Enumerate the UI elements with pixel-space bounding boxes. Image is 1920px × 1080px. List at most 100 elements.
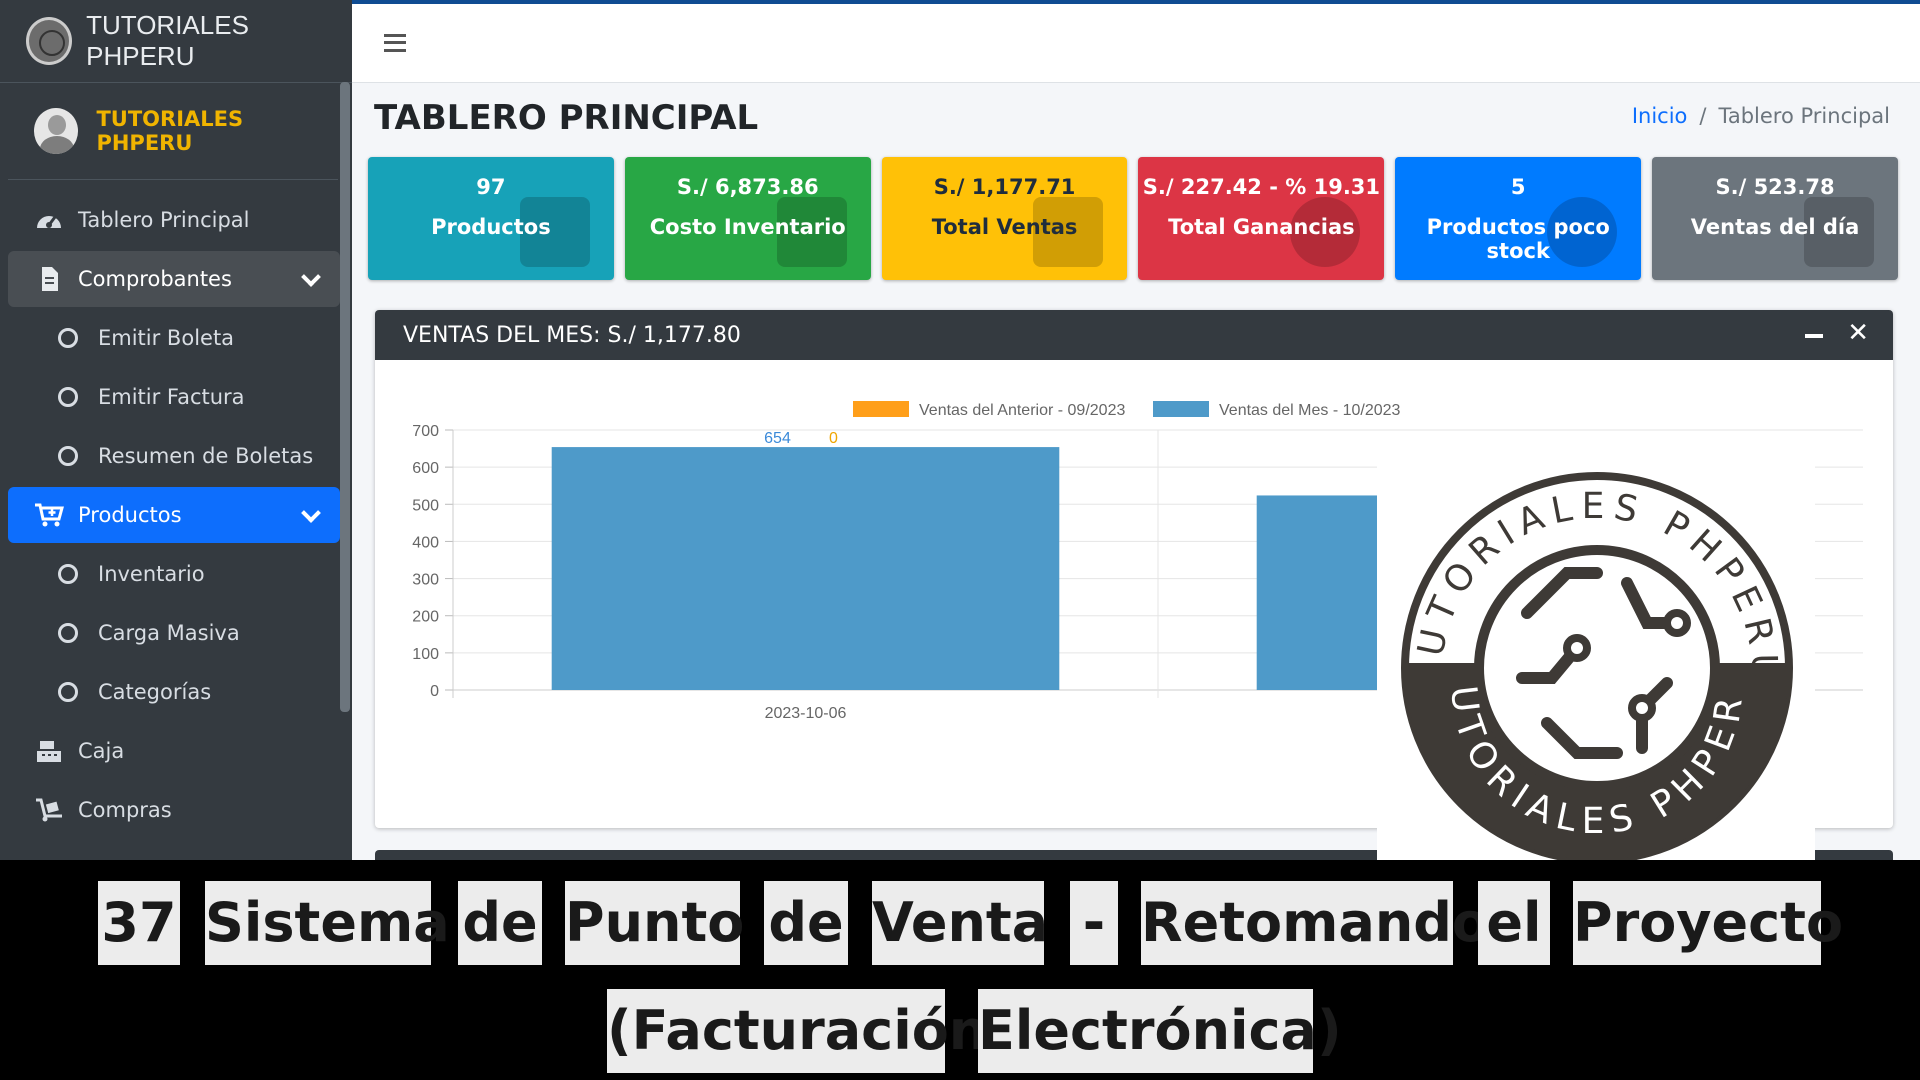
sidebar-item-carga-masiva[interactable]: Carga Masiva: [8, 605, 340, 661]
cart-plus-icon: [35, 503, 64, 527]
dashboard-app: TUTORIALES PHPERU TUTORIALES PHPERU Tabl…: [0, 0, 1920, 860]
sidebar: TUTORIALES PHPERU TUTORIALES PHPERU Tabl…: [0, 0, 352, 860]
sidebar-item-label: Productos: [78, 503, 182, 527]
box-productos[interactable]: 97 Productos: [368, 157, 614, 280]
y-tick-label: 100: [412, 646, 439, 663]
caption-word: de: [458, 881, 542, 965]
y-tick-label: 700: [412, 423, 439, 440]
box-costo-inventario[interactable]: S./ 6,873.86 Costo Inventario: [624, 157, 871, 280]
page-title: TABLERO PRINCIPAL: [374, 98, 759, 138]
file-invoice-icon: [42, 267, 58, 291]
bar: [551, 447, 1060, 690]
legend-label: Ventas del Mes - 10/2023: [1219, 402, 1401, 419]
brand-text: TUTORIALES PHPERU: [86, 10, 249, 71]
breadcrumb-separator: /: [1699, 104, 1707, 128]
close-icon[interactable]: ✕: [1847, 318, 1869, 348]
circle-icon: [58, 623, 78, 643]
box-label: Ventas del día: [1690, 215, 1860, 239]
y-tick-label: 600: [412, 460, 439, 477]
sidebar-nav: Tablero Principal Comprobantes Emitir Bo…: [0, 192, 352, 838]
card-title: VENTAS DEL MES: S./ 1,177.80: [403, 322, 741, 348]
sidebar-scrollbar[interactable]: [340, 82, 350, 712]
box-label: Total Ganancias: [1168, 215, 1355, 239]
box-value: S./ 227.42 - % 19.31: [1142, 175, 1381, 199]
box-ventas-del-dia[interactable]: S./ 523.78 Ventas del día: [1652, 157, 1898, 280]
caption-word: Electrónica): [978, 989, 1342, 1073]
caption-word: 37: [98, 881, 180, 965]
circle-icon: [58, 446, 78, 466]
sidebar-item-label: Inventario: [98, 562, 205, 586]
user-name: TUTORIALES PHPERU: [96, 107, 244, 155]
box-value: S./ 6,873.86: [676, 175, 819, 199]
dolly-icon: [36, 798, 62, 822]
user-panel[interactable]: TUTORIALES PHPERU: [8, 83, 338, 180]
tutoriales-phperu-logo: TUTORIALES PHPERU TUTORIALES PHPERU: [1360, 431, 1815, 860]
gauge-icon: [37, 216, 61, 228]
data-label: 654: [764, 430, 791, 447]
sidebar-item-label: Caja: [78, 739, 125, 763]
caption-word: de: [764, 881, 848, 965]
caption-word: (Facturación: [607, 989, 987, 1073]
sidebar-item-productos[interactable]: Productos: [8, 487, 340, 543]
brand-link[interactable]: TUTORIALES PHPERU: [0, 0, 352, 83]
sidebar-item-label: Emitir Factura: [98, 385, 245, 409]
circle-icon: [58, 682, 78, 702]
sidebar-item-label: Resumen de Boletas: [98, 444, 314, 468]
sidebar-item-tablero-principal[interactable]: Tablero Principal: [8, 192, 340, 248]
sidebar-item-caja[interactable]: Caja: [8, 723, 340, 779]
box-label: Productos poco stock: [1426, 215, 1610, 263]
box-value: S./ 523.78: [1715, 175, 1835, 199]
sidebar-item-comprobantes[interactable]: Comprobantes: [8, 251, 340, 307]
menu-toggle-icon[interactable]: [384, 34, 406, 52]
box-value: S./ 1,177.71: [933, 175, 1076, 199]
minimize-icon[interactable]: [1805, 334, 1823, 338]
box-label: Costo Inventario: [649, 215, 846, 239]
legend-label: Ventas del Anterior - 09/2023: [919, 402, 1125, 419]
box-total-ganancias[interactable]: S./ 227.42 - % 19.31 Total Ganancias: [1138, 157, 1385, 280]
sidebar-item-inventario[interactable]: Inventario: [8, 546, 340, 602]
breadcrumb: Inicio / Tablero Principal: [1632, 104, 1890, 128]
box-label: Productos: [431, 215, 551, 239]
sidebar-item-label: Comprobantes: [78, 267, 232, 291]
brand-logo-icon: [26, 17, 73, 65]
x-tick-label: 2023-10-06: [765, 705, 847, 722]
sidebar-item-label: Emitir Boleta: [98, 326, 235, 350]
caption-word: Sistema: [205, 881, 450, 965]
sidebar-item-resumen-boletas[interactable]: Resumen de Boletas: [8, 428, 340, 484]
y-tick-label: 200: [412, 609, 439, 626]
box-total-ventas[interactable]: S./ 1,177.71 Total Ventas: [881, 157, 1128, 280]
sidebar-item-categorias[interactable]: Categorías: [8, 664, 340, 720]
avatar: [34, 108, 79, 154]
card-header: VENTAS DEL MES: S./ 1,177.80 ✕: [375, 310, 1893, 360]
summary-boxes: 97 Productos S./ 6,873.86 Costo Inventar…: [368, 157, 1898, 282]
sidebar-item-label: Tablero Principal: [78, 208, 250, 232]
y-tick-label: 500: [412, 497, 439, 514]
circle-icon: [58, 387, 78, 407]
legend-swatch: [1153, 401, 1209, 417]
caption-word: Punto: [565, 881, 744, 965]
box-value: 97: [476, 175, 506, 199]
y-tick-label: 400: [412, 534, 439, 551]
box-value: 5: [1510, 175, 1526, 199]
data-label: 0: [829, 430, 838, 447]
cash-register-icon: [37, 741, 61, 762]
sidebar-item-emitir-factura[interactable]: Emitir Factura: [8, 369, 340, 425]
legend-swatch: [853, 401, 909, 417]
caption-word: Retomando: [1141, 881, 1489, 965]
chevron-down-icon: [301, 267, 321, 287]
sidebar-item-label: Compras: [78, 798, 172, 822]
sidebar-item-label: Categorías: [98, 680, 212, 704]
sidebar-item-compras[interactable]: Compras: [8, 782, 340, 838]
y-tick-label: 300: [412, 572, 439, 589]
circle-icon: [58, 328, 78, 348]
caption-word: Proyecto: [1573, 881, 1843, 965]
top-navbar: [352, 4, 1920, 83]
box-productos-poco-stock[interactable]: 5 Productos poco stock: [1395, 157, 1642, 280]
breadcrumb-current: Tablero Principal: [1718, 104, 1891, 128]
breadcrumb-home-link[interactable]: Inicio: [1632, 104, 1688, 128]
sidebar-item-label: Carga Masiva: [98, 621, 240, 645]
caption-word: Venta: [872, 881, 1048, 965]
sidebar-item-emitir-boleta[interactable]: Emitir Boleta: [8, 310, 340, 366]
y-tick-label: 0: [430, 683, 439, 700]
caption-word: el: [1478, 881, 1550, 965]
